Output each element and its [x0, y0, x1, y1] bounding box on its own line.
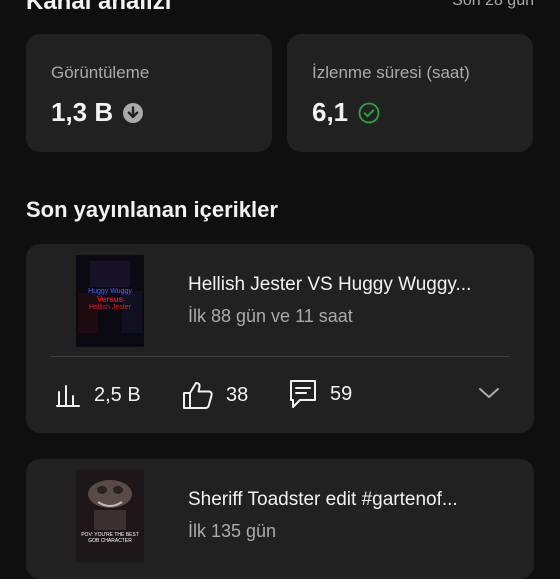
stat-value: 6,1 [312, 97, 349, 127]
stat-value-row: 1,3 B [51, 97, 144, 128]
thumbnail-text: GOB CHARACTER [88, 538, 132, 544]
bar-chart-icon [56, 382, 82, 408]
views-count: 2,5 B [94, 383, 141, 406]
likes-metric[interactable]: 38 [182, 380, 248, 410]
video-title[interactable]: Sheriff Toadster edit #gartenof... [188, 489, 508, 511]
video-thumbnail[interactable]: Huggy Wuggy Versus Hellish Jester [76, 255, 144, 347]
stat-card-watch-time[interactable]: İzlenme süresi (saat) 6,1 [287, 34, 533, 152]
chevron-down-icon[interactable] [478, 386, 500, 405]
stat-value: 1,3 B [51, 97, 114, 127]
stat-label: Görüntüleme [51, 63, 150, 82]
video-thumbnail[interactable]: POV: YOU'RE THE BEST GOB CHARACTER [76, 470, 144, 562]
comments-metric[interactable]: 59 [288, 378, 352, 410]
down-arrow-icon [123, 102, 144, 123]
video-subtitle: İlk 135 gün [188, 521, 277, 541]
comments-count: 59 [330, 382, 353, 405]
check-circle-icon [358, 102, 380, 124]
thumbnail-text: Versus [96, 295, 124, 304]
stat-label: İzlenme süresi (saat) [312, 63, 470, 82]
views-metric[interactable]: 2,5 B [56, 382, 141, 408]
date-range[interactable]: Son 28 gün [452, 0, 534, 10]
stat-value-row: 6,1 [312, 97, 380, 128]
video-card[interactable]: Huggy Wuggy Versus Hellish Jester Hellis… [26, 244, 534, 433]
video-title[interactable]: Hellish Jester VS Huggy Wuggy... [188, 274, 508, 296]
thumbnail-text: Hellish Jester [88, 304, 131, 311]
section-title: Son yayınlanan içerikler [26, 197, 278, 222]
thumbs-up-icon [182, 380, 214, 410]
video-subtitle: İlk 88 gün ve 11 saat [188, 306, 353, 326]
comment-icon [288, 378, 318, 410]
video-card[interactable]: POV: YOU'RE THE BEST GOB CHARACTER Sheri… [26, 459, 534, 579]
stat-card-views[interactable]: Görüntüleme 1,3 B [26, 34, 272, 152]
likes-count: 38 [226, 383, 249, 406]
page-title: Kanal analizi [26, 0, 172, 15]
divider [50, 356, 510, 357]
